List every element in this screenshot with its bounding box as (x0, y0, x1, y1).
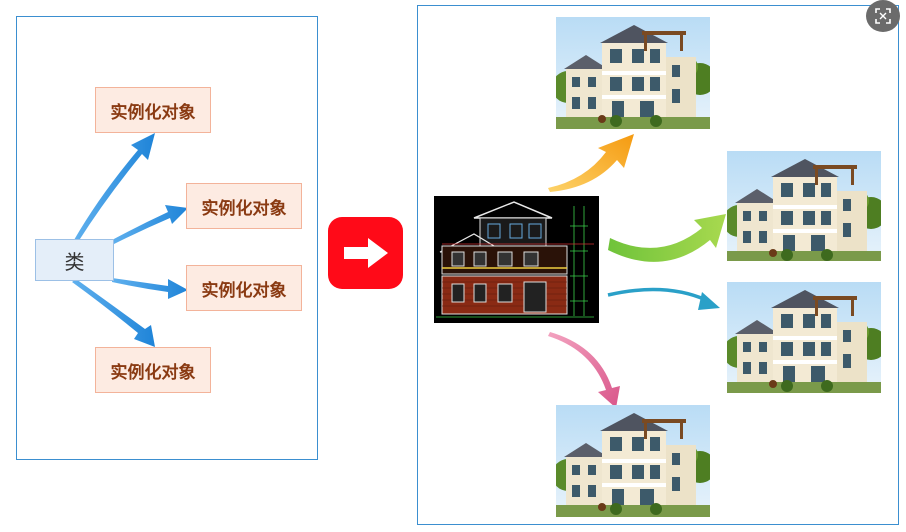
house-photo-image (727, 151, 881, 261)
arrow-to-house-3 (607, 287, 720, 310)
house-photo-image (727, 282, 881, 393)
house-photo-image (556, 405, 710, 517)
arrow-to-house-4 (548, 332, 620, 408)
scan-icon[interactable] (866, 0, 900, 32)
house-photo-image (556, 17, 710, 129)
house-arrows (548, 134, 726, 408)
arrow-to-house-2 (608, 214, 726, 262)
arrow-to-house-1 (548, 134, 634, 192)
